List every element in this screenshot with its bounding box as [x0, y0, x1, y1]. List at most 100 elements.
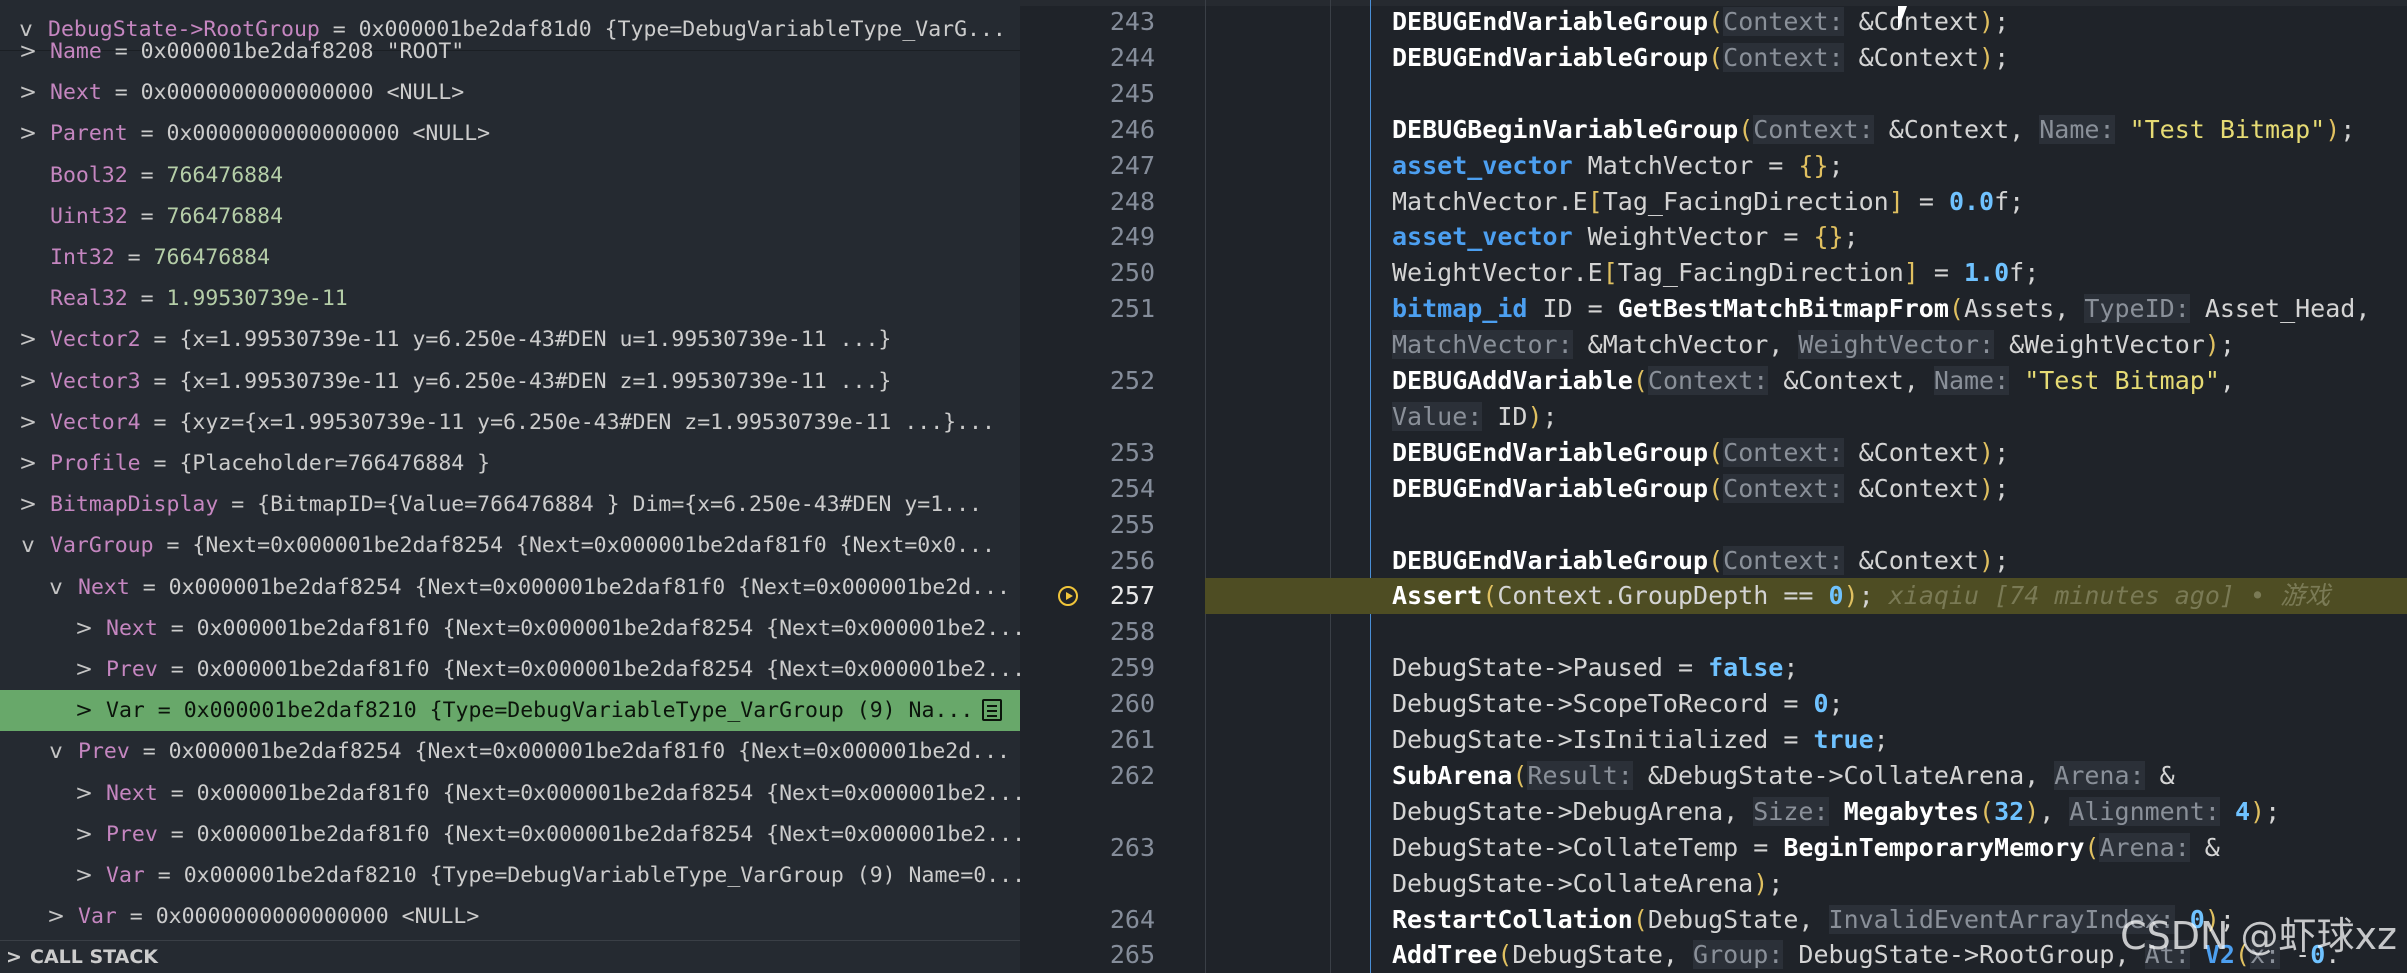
watch-var-name: Vector3: [50, 368, 141, 394]
code-token: ;: [1873, 725, 1889, 754]
code-line[interactable]: 250 WeightVector.E[Tag_FacingDirection] =…: [1020, 255, 2407, 291]
chevron-right-icon[interactable]: >: [74, 690, 94, 731]
code-text: DEBUGEndVariableGroup(Context: &Context)…: [1392, 543, 2009, 579]
code-token: &DebugState->CollateArena,: [1632, 760, 2055, 790]
line-number: 246: [1109, 114, 1155, 144]
code-line[interactable]: 259 DebugState->Paused = false;: [1020, 650, 2407, 686]
watch-row[interactable]: > Profile = {Placeholder=766476884 }: [0, 443, 1020, 484]
watch-row[interactable]: > Parent = 0x0000000000000000 <NULL>: [0, 113, 1020, 154]
code-text: Value: ID);: [1392, 399, 1558, 435]
watch-row[interactable]: > Vector3 = {x=1.99530739e-11 y=6.250e-43…: [0, 361, 1020, 402]
code-line[interactable]: Value: ID);: [1020, 399, 2407, 435]
code-token: Context:: [1723, 42, 1844, 72]
watch-var-name: Next: [78, 574, 130, 600]
code-text: DebugState->CollateArena);: [1392, 866, 1783, 902]
code-token: ]: [1903, 258, 1919, 288]
code-line[interactable]: DebugState->DebugArena, Size: Megabytes(…: [1020, 794, 2407, 830]
watch-row[interactable]: > Var = 0x0000000000000000 <NULL>: [0, 896, 1020, 937]
watch-row[interactable]: v Prev = 0x000001be2daf8254 {Next=0x00000…: [0, 731, 1020, 772]
watch-row[interactable]: > Next = 0x000001be2daf81f0 {Next=0x00000…: [0, 773, 1020, 814]
code-line[interactable]: 253 DEBUGEndVariableGroup(Context: &Conte…: [1020, 435, 2407, 471]
code-token: Result:: [1527, 760, 1633, 790]
watch-row[interactable]: Bool32 = 766476884: [0, 155, 1020, 196]
code-token: Arena:: [2054, 760, 2145, 790]
chevron-right-icon[interactable]: >: [18, 484, 38, 525]
watch-var-name: Profile: [50, 451, 141, 476]
code-line[interactable]: DebugState->CollateArena);: [1020, 866, 2407, 902]
watch-row[interactable]: > Prev = 0x000001be2daf81f0 {Next=0x00000…: [0, 814, 1020, 855]
code-line[interactable]: 257 Assert(Context.GroupDepth == 0); xiaq…: [1020, 578, 2407, 615]
code-token: ]: [1888, 186, 1904, 216]
code-token: GetBestMatchBitmapFrom: [1617, 294, 1949, 324]
chevron-right-icon[interactable]: >: [18, 361, 38, 402]
chevron-right-icon[interactable]: >: [74, 814, 94, 855]
watch-row[interactable]: > Next = 0x0000000000000000 <NULL>: [0, 72, 1020, 113]
watch-row[interactable]: > BitmapDisplay = {BitmapID={Value=766476…: [0, 484, 1020, 525]
watch-row[interactable]: > Prev = 0x000001be2daf81f0 {Next=0x00000…: [0, 649, 1020, 690]
code-line[interactable]: 243 DEBUGEndVariableGroup(Context: &Conte…: [1020, 4, 2407, 40]
chevron-right-icon[interactable]: >: [74, 855, 94, 896]
chevron-down-icon[interactable]: v: [18, 525, 38, 566]
code-line[interactable]: 248 MatchVector.E[Tag_FacingDirection] = …: [1020, 184, 2407, 220]
code-line[interactable]: 251 bitmap_id ID = GetBestMatchBitmapFrom…: [1020, 291, 2407, 327]
code-line[interactable]: 255: [1020, 507, 2407, 543]
chevron-right-icon[interactable]: >: [6, 941, 22, 973]
watch-var-name: Var: [106, 863, 145, 888]
code-token: asset_vector: [1392, 222, 1573, 252]
code-token: Name:: [1933, 366, 2010, 395]
code-line[interactable]: 258: [1020, 614, 2407, 650]
code-line[interactable]: 256 DEBUGEndVariableGroup(Context: &Conte…: [1020, 543, 2407, 579]
watch-row[interactable]: v VarGroup = {Next=0x000001be2daf8254 {Ne…: [0, 525, 1020, 566]
chevron-right-icon[interactable]: >: [74, 773, 94, 814]
chevron-right-icon[interactable]: >: [18, 319, 38, 360]
chevron-down-icon[interactable]: v: [46, 567, 66, 608]
code-line[interactable]: 249 asset_vector WeightVector = {};: [1020, 219, 2407, 255]
line-number: 265: [1109, 940, 1155, 970]
watch-row[interactable]: > Vector4 = {xyz={x=1.99530739e-11 y=6.25…: [0, 402, 1020, 443]
chevron-right-icon[interactable]: >: [18, 443, 38, 484]
chevron-down-icon[interactable]: v: [46, 731, 66, 772]
watch-row[interactable]: Uint32 = 766476884: [0, 196, 1020, 237]
chevron-right-icon[interactable]: >: [74, 649, 94, 690]
code-line[interactable]: 246 DEBUGBeginVariableGroup(Context: &Con…: [1020, 112, 2407, 148]
watch-var-name: Int32: [50, 245, 115, 270]
chevron-right-icon[interactable]: >: [18, 402, 38, 443]
chevron-right-icon[interactable]: >: [46, 896, 66, 937]
watch-row[interactable]: > Var = 0x000001be2daf8210 {Type=DebugVar…: [0, 855, 1020, 896]
code-editor[interactable]: 243 DEBUGEndVariableGroup(Context: &Conte…: [1020, 0, 2407, 973]
line-number: 262: [1109, 760, 1155, 790]
code-line[interactable]: 252 DEBUGAddVariable(Context: &Context, N…: [1020, 363, 2407, 399]
code-line[interactable]: 262 SubArena(Result: &DebugState->Collate…: [1020, 758, 2407, 794]
code-text: DEBUGEndVariableGroup(Context: &Context)…: [1392, 4, 2009, 40]
code-token: {}: [1798, 150, 1829, 180]
visualizer-icon[interactable]: [982, 699, 1002, 722]
line-number: 244: [1109, 42, 1155, 72]
watch-row[interactable]: > Var = 0x000001be2daf8210 {Type=DebugVar…: [0, 690, 1020, 732]
watch-var-value: 1.99530739e-11: [166, 286, 348, 312]
watch-row[interactable]: > Name = 0x000001be2daf8208 "ROOT": [0, 31, 1020, 72]
chevron-right-icon[interactable]: >: [18, 113, 38, 154]
code-line[interactable]: 247 asset_vector MatchVector = {};: [1020, 148, 2407, 184]
code-token: Assert: [1392, 581, 1483, 611]
code-text: WeightVector.E[Tag_FacingDirection] = 1.…: [1392, 255, 2039, 291]
code-token: DEBUGEndVariableGroup: [1392, 437, 1709, 467]
code-token: AddTree: [1392, 940, 1498, 970]
chevron-right-icon[interactable]: >: [74, 608, 94, 649]
chevron-right-icon[interactable]: >: [18, 31, 38, 72]
code-token: (: [1497, 940, 1513, 970]
watch-row[interactable]: v Next = 0x000001be2daf8254 {Next=0x00000…: [0, 567, 1020, 608]
code-line[interactable]: 261 DebugState->IsInitialized = true;: [1020, 722, 2407, 758]
callstack-section-header[interactable]: > CALL STACK: [0, 940, 1020, 973]
chevron-right-icon[interactable]: >: [18, 72, 38, 113]
code-line[interactable]: 263 DebugState->CollateTemp = BeginTempor…: [1020, 830, 2407, 866]
watch-row[interactable]: Int32 = 766476884: [0, 237, 1020, 278]
code-line[interactable]: 245: [1020, 76, 2407, 112]
watch-row[interactable]: > Next = 0x000001be2daf81f0 {Next=0x00000…: [0, 608, 1020, 649]
code-line[interactable]: MatchVector: &MatchVector, WeightVector:…: [1020, 327, 2407, 363]
code-line[interactable]: 254 DEBUGEndVariableGroup(Context: &Conte…: [1020, 471, 2407, 507]
code-line[interactable]: 260 DebugState->ScopeToRecord = 0;: [1020, 686, 2407, 722]
watch-row[interactable]: Real32 = 1.99530739e-11: [0, 278, 1020, 319]
watch-row[interactable]: > Vector2 = {x=1.99530739e-11 y=6.250e-43…: [0, 319, 1020, 360]
code-line[interactable]: 244 DEBUGEndVariableGroup(Context: &Conte…: [1020, 40, 2407, 76]
code-token: ;: [1994, 42, 2010, 72]
